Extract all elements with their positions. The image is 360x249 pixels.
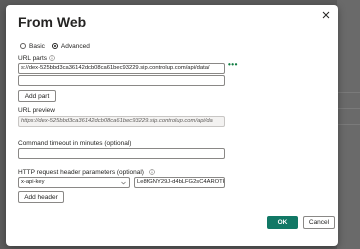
url-part-2-input[interactable] — [18, 75, 225, 86]
url-part-1-input[interactable]: s://dex-525bbd3ca36142dcb08ca61bec93229.… — [18, 63, 225, 74]
radio-advanced-label: Advanced — [60, 42, 90, 50]
header-key-value: x-api-key — [21, 179, 45, 185]
radio-basic-label: Basic — [29, 42, 45, 50]
background-panel — [337, 0, 360, 249]
header-value-input[interactable]: Le8fGNY29J-d4bLFG2sC4AROTKICDw — [134, 177, 225, 188]
from-web-dialog: From Web Basic Advanced URL parts s://de… — [6, 5, 338, 246]
radio-advanced[interactable]: Advanced — [51, 42, 90, 50]
url-preview-label: URL preview — [18, 107, 55, 114]
timeout-label: Command timeout in minutes (optional) — [18, 140, 132, 147]
mode-radio-group: Basic Advanced — [20, 41, 97, 51]
url-preview-field: https://dex-525bbd3ca36142dcb08ca61bec93… — [18, 116, 225, 127]
url-parts-label: URL parts — [18, 55, 48, 62]
dialog-title: From Web — [18, 14, 87, 30]
cancel-button[interactable]: Cancel — [303, 216, 335, 229]
timeout-input[interactable] — [18, 148, 225, 159]
chevron-down-icon — [121, 181, 126, 185]
close-icon[interactable] — [320, 9, 332, 21]
headers-label: HTTP request header parameters (optional… — [18, 169, 144, 176]
more-options-icon[interactable]: ••• — [228, 61, 238, 69]
header-key-dropdown[interactable]: x-api-key — [18, 177, 130, 188]
radio-basic[interactable]: Basic — [20, 43, 45, 50]
radio-advanced-indicator[interactable] — [51, 43, 58, 49]
add-header-button[interactable]: Add header — [18, 191, 64, 203]
info-icon[interactable] — [49, 55, 55, 61]
ok-button[interactable]: OK — [267, 216, 298, 229]
radio-basic-indicator[interactable] — [20, 43, 26, 49]
info-icon[interactable] — [149, 169, 155, 175]
add-part-button[interactable]: Add part — [18, 90, 56, 102]
